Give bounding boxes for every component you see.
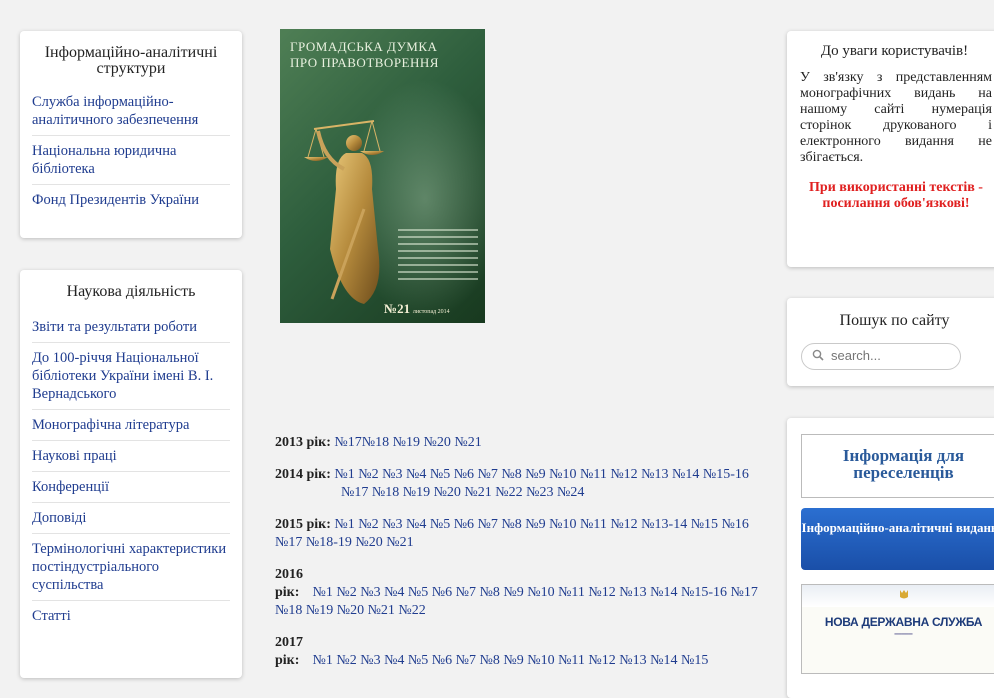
sidebar-item-conferences[interactable]: Конференції [32, 472, 230, 503]
sidebar-link[interactable]: Статті [32, 608, 71, 624]
issue-links[interactable]: №1 №2 №3 №4 №5 №6 №7 №8 №9 №10 №11 №12 №… [313, 653, 709, 668]
search-card: Пошук по сайту [787, 298, 994, 386]
cover-title-line2: про правотворення [290, 55, 439, 70]
year-2015: 2015 рік: №1 №2 №3 №4 №5 №6 №7 №8 №9 №10… [275, 516, 775, 552]
sidebar-item-service[interactable]: Служба інформаційно-аналітичного забезпе… [32, 87, 230, 136]
link-list: Звіти та результати роботи До 100-річчя … [20, 312, 242, 631]
banner3-title: НОВА ДЕРЖАВНА СЛУЖБА [824, 615, 983, 629]
sidebar-item-fund[interactable]: Фонд Президентів України [32, 185, 230, 215]
issue-links[interactable]: №1 №2 №3 №4 №5 №6 №7 №8 №9 №10 №11 №12 №… [334, 467, 749, 500]
sidebar-link[interactable]: Звіти та результати роботи [32, 319, 197, 335]
banner3-subtitle: ━━━━━ [894, 632, 913, 638]
year-label: 2016 рік: [275, 567, 303, 600]
cover-title: Громадська думка про правотворення [290, 39, 439, 71]
issue-links[interactable]: №1 №2 №3 №4 №5 №6 №7 №8 №9 №10 №11 №12 №… [275, 517, 749, 550]
sidebar-link[interactable]: Служба інформаційно-аналітичного забезпе… [32, 94, 198, 128]
notice-warning: При використанні текстів - посилання обо… [809, 180, 983, 211]
sidebar-link[interactable]: Національна юридична бібліотека [32, 143, 176, 177]
sidebar-item-centenary[interactable]: До 100-річчя Національної бібліотеки Укр… [32, 343, 230, 410]
sidebar-link[interactable]: Фонд Президентів України [32, 192, 199, 208]
sidebar-item-reports[interactable]: Звіти та результати роботи [32, 312, 230, 343]
year-2013: 2013 рік: №17№18 №19 №20 №21 [275, 434, 775, 452]
banner-new-civil-service[interactable]: НОВА ДЕРЖАВНА СЛУЖБА ━━━━━ [801, 584, 994, 674]
banners-card: Інформація для переселенців Інформаційно… [787, 418, 994, 698]
year-label: 2014 рік: [275, 467, 331, 482]
year-2017: 2017 рік: №1 №2 №3 №4 №5 №6 №7 №8 №9 №10… [275, 634, 775, 670]
sidebar-item-talks[interactable]: Доповіді [32, 503, 230, 534]
notice-text: У зв'язку з представленням монографічних… [800, 70, 992, 165]
issue-links[interactable]: №1 №2 №3 №4 №5 №6 №7 №8 №9 №10 №11 №12 №… [275, 585, 758, 618]
sidebar-link[interactable]: Наукові праці [32, 448, 117, 464]
issues-by-year: 2013 рік: №17№18 №19 №20 №21 2014 рік: №… [275, 434, 775, 684]
year-label: 2017 рік: [275, 635, 303, 668]
sidebar-item-terminology[interactable]: Термінологічні характеристики постіндуст… [32, 534, 230, 601]
search-input[interactable] [829, 347, 953, 364]
issue-number: №21 [384, 301, 411, 316]
search-icon [812, 349, 824, 361]
cover-title-line1: Громадська думка [290, 39, 438, 54]
sidebar-item-monographs[interactable]: Монографічна література [32, 410, 230, 441]
notice-title: До уваги користувачів! [820, 43, 969, 59]
banner-refugees-info[interactable]: Інформація для переселенців [801, 434, 994, 498]
sidebar-link[interactable]: До 100-річчя Національної бібліотеки Укр… [32, 350, 213, 402]
banner-analytic-publications[interactable]: Інформаційно-аналітичні видання [801, 508, 994, 570]
card-title: Інформаційно-аналітичні структури [44, 44, 218, 77]
sidebar-link[interactable]: Монографічна література [32, 417, 189, 433]
search-title: Пошук по сайту [839, 312, 950, 329]
sidebar-card-research: Наукова діяльність Звіти та результати р… [20, 270, 242, 678]
year-2016: 2016 рік: №1 №2 №3 №4 №5 №6 №7 №8 №9 №10… [275, 566, 775, 620]
cover-contents-lines [398, 224, 478, 285]
sidebar-link[interactable]: Доповіді [32, 510, 86, 526]
trident-icon [899, 590, 908, 599]
card-title: Наукова діяльність [66, 283, 196, 300]
journal-cover-image[interactable]: Громадська думка про правотворення №21 л… [280, 29, 485, 323]
issue-links[interactable]: №17№18 №19 №20 №21 [334, 435, 481, 450]
year-label: 2013 рік: [275, 435, 331, 450]
sidebar-link[interactable]: Термінологічні характеристики постіндуст… [32, 541, 226, 593]
banner3-header [802, 585, 994, 607]
link-list: Служба інформаційно-аналітичного забезпе… [20, 87, 242, 215]
sidebar-link[interactable]: Конференції [32, 479, 109, 495]
issue-date: листопад 2014 [412, 309, 450, 315]
search-box[interactable] [801, 343, 961, 370]
year-label: 2015 рік: [275, 517, 331, 532]
notice-card: До уваги користувачів! У зв'язку з предс… [787, 31, 994, 267]
cover-issue-number: №21 листопад 2014 [384, 301, 450, 317]
sidebar-card-structures: Інформаційно-аналітичні структури Служба… [20, 31, 242, 238]
sidebar-item-works[interactable]: Наукові праці [32, 441, 230, 472]
themis-statue-icon [304, 120, 384, 304]
sidebar-item-articles[interactable]: Статті [32, 601, 230, 631]
year-2014: 2014 рік: №1 №2 №3 №4 №5 №6 №7 №8 №9 №10… [275, 466, 775, 502]
sidebar-item-library[interactable]: Національна юридична бібліотека [32, 136, 230, 185]
